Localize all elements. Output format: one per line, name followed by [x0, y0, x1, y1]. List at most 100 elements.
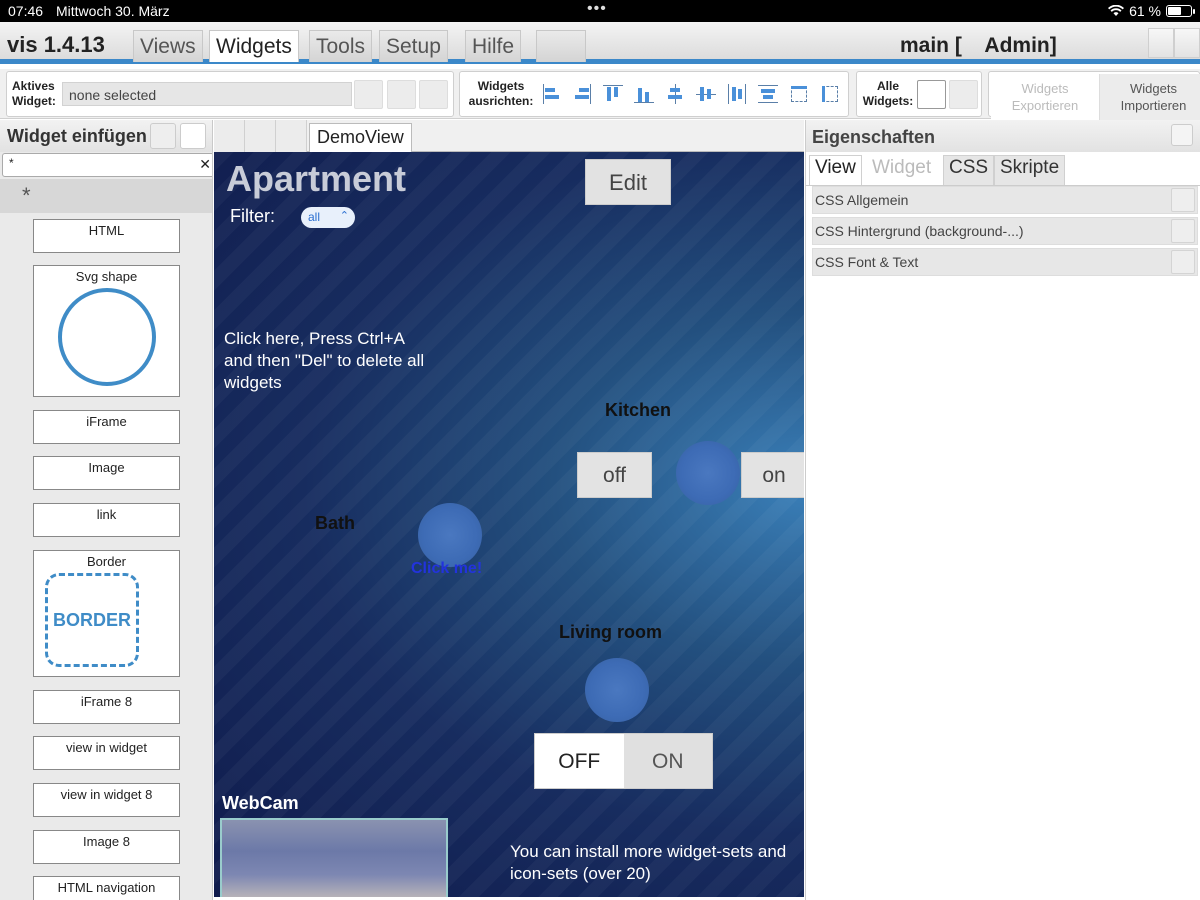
select-all-checkbox[interactable]	[917, 80, 946, 109]
widget-label: link	[96, 507, 117, 522]
widget-search-input[interactable]: * ✕	[2, 153, 212, 177]
widget-set-filter[interactable]: *	[0, 179, 212, 213]
delete-hint-text[interactable]: Click here, Press Ctrl+A and then "Del" …	[224, 328, 434, 394]
distribute-h-icon[interactable]	[727, 84, 747, 104]
menu-tab-tools[interactable]: Tools	[309, 30, 373, 62]
bath-light-bulb-icon[interactable]	[418, 503, 482, 567]
widget-search-value: *	[9, 156, 14, 170]
kitchen-on-button[interactable]: on	[741, 452, 804, 498]
section-css-font-text[interactable]: CSS Font & Text	[812, 248, 1198, 276]
view-tab-strip: DemoView	[214, 120, 804, 152]
widget-image-8[interactable]: Image 8	[33, 830, 180, 864]
tabstrip-button-1[interactable]	[214, 120, 245, 152]
widget-svg-shape[interactable]: Svg shape	[33, 265, 180, 397]
align-widgets-label: Widgets ausrichten:	[468, 79, 534, 108]
tab-skripte[interactable]: Skripte	[994, 155, 1066, 185]
kitchen-label[interactable]: Kitchen	[605, 400, 671, 421]
section-expand-button[interactable]	[1171, 188, 1195, 212]
widget-html[interactable]: HTML	[33, 219, 180, 253]
bath-label[interactable]: Bath	[315, 513, 355, 534]
align-bottom-icon[interactable]	[634, 84, 654, 104]
palette-button-1[interactable]	[150, 123, 176, 149]
tab-widget[interactable]: Widget	[866, 155, 938, 185]
widget-iframe-8[interactable]: iFrame 8	[33, 690, 180, 724]
align-left-icon[interactable]	[542, 84, 562, 104]
section-expand-button[interactable]	[1171, 250, 1195, 274]
kitchen-off-button[interactable]: off	[577, 452, 652, 498]
install-hint-text[interactable]: You can install more widget-sets and ico…	[510, 841, 804, 885]
tabstrip-button-3[interactable]	[276, 120, 307, 152]
align-widgets-group: Widgets ausrichten:	[459, 71, 849, 117]
widget-action-2[interactable]	[387, 80, 416, 109]
align-center-v-icon[interactable]	[696, 84, 716, 104]
widget-view-in-widget[interactable]: view in widget	[33, 736, 180, 770]
active-widget-select[interactable]: none selected	[62, 82, 352, 106]
properties-panel: Eigenschaften View Widget CSS Skripte CS…	[805, 120, 1200, 900]
toggle-on-option[interactable]: ON	[624, 734, 713, 788]
tabstrip-button-2[interactable]	[245, 120, 276, 152]
section-css-hintergrund[interactable]: CSS Hintergrund (background-...)	[812, 217, 1198, 245]
filter-label: Filter:	[230, 206, 275, 226]
properties-button[interactable]	[1171, 124, 1193, 146]
import-widgets-button[interactable]: Widgets Importieren	[1099, 74, 1200, 120]
living-room-label[interactable]: Living room	[559, 622, 662, 643]
same-width-icon[interactable]	[789, 84, 809, 104]
toggle-off-option[interactable]: OFF	[535, 734, 624, 788]
widget-action-1[interactable]	[354, 80, 383, 109]
app-title: vis 1.4.13	[7, 32, 105, 57]
section-css-allgemein[interactable]: CSS Allgemein	[812, 186, 1198, 214]
section-label: CSS Allgemein	[815, 192, 909, 208]
palette-title: Widget einfügen	[7, 126, 147, 146]
widget-action-3[interactable]	[419, 80, 448, 109]
widget-view-in-widget-8[interactable]: view in widget 8	[33, 783, 180, 817]
edit-button[interactable]: Edit	[585, 159, 671, 205]
menu-tab-hilfe[interactable]: Hilfe	[465, 30, 522, 62]
filter-select[interactable]: all ⌃	[301, 207, 355, 228]
align-center-h-icon[interactable]	[665, 84, 685, 104]
tab-demoview[interactable]: DemoView	[309, 123, 412, 152]
export-widgets-button[interactable]: Widgets Exportieren	[991, 74, 1099, 120]
palette-button-2[interactable]	[180, 123, 206, 149]
all-widgets-action[interactable]	[949, 80, 978, 109]
window-button-2[interactable]	[1174, 28, 1200, 58]
widget-html-navigation[interactable]: HTML navigation	[33, 876, 180, 900]
bath-click-me-link[interactable]: Click me!	[411, 560, 482, 578]
align-right-icon[interactable]	[572, 84, 592, 104]
webcam-image[interactable]	[220, 818, 448, 897]
webcam-label[interactable]: WebCam	[222, 793, 299, 814]
widget-border[interactable]: Border BORDER	[33, 550, 180, 677]
widget-iframe[interactable]: iFrame	[33, 410, 180, 444]
living-room-toggle[interactable]: OFF ON	[534, 733, 713, 789]
same-height-icon[interactable]	[820, 84, 840, 104]
properties-title: Eigenschaften	[812, 127, 936, 147]
border-preview: BORDER	[45, 573, 139, 667]
widget-label: iFrame	[86, 414, 127, 429]
distribute-v-icon[interactable]	[758, 84, 778, 104]
widget-label: iFrame 8	[80, 694, 133, 709]
window-button-1[interactable]	[1148, 28, 1174, 58]
clear-search-icon[interactable]: ✕	[199, 156, 211, 173]
view-canvas[interactable]: Apartment Filter: all ⌃ Edit Click here,…	[214, 152, 804, 897]
multitasking-dots-icon[interactable]: •••	[587, 0, 607, 18]
widget-link[interactable]: link	[33, 503, 180, 537]
section-label: CSS Font & Text	[815, 254, 919, 270]
widget-toolbar: Aktives Widget: none selected Widgets au…	[0, 69, 1200, 120]
properties-tabs: View Widget CSS Skripte	[806, 152, 1200, 186]
kitchen-light-bulb-icon[interactable]	[676, 441, 740, 505]
tab-view[interactable]: View	[809, 155, 862, 185]
battery-percent: 61 %	[1129, 3, 1161, 19]
widget-image[interactable]: Image	[33, 456, 180, 490]
border-preview-text: BORDER	[53, 610, 132, 630]
menu-tab-views[interactable]: Views	[133, 30, 203, 62]
menu-tab-setup[interactable]: Setup	[379, 30, 448, 62]
living-room-light-bulb-icon[interactable]	[585, 658, 649, 722]
tab-css[interactable]: CSS	[943, 155, 995, 185]
wifi-icon	[1108, 5, 1125, 16]
apartment-title[interactable]: Apartment	[226, 158, 406, 200]
align-top-icon[interactable]	[603, 84, 623, 104]
menu-tab-blank[interactable]	[536, 30, 586, 62]
menu-tab-widgets[interactable]: Widgets	[209, 30, 299, 62]
section-expand-button[interactable]	[1171, 219, 1195, 243]
properties-header: Eigenschaften	[806, 120, 1200, 152]
widget-label: HTML	[88, 223, 125, 238]
